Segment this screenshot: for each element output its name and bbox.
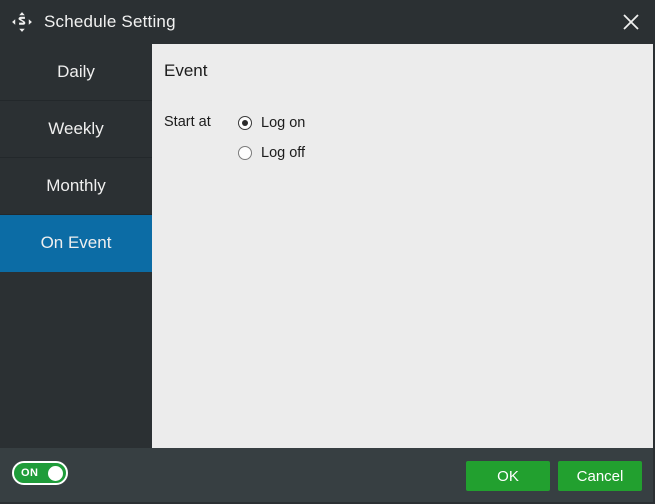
schedule-setting-dialog: Schedule Setting Daily Weekly Monthly On… [0,0,655,504]
schedule-sync-arrows-icon [12,12,32,32]
window-title: Schedule Setting [44,12,176,31]
toggle-label: ON [21,467,39,479]
start-at-form-row: Start at Log on Log off [164,112,305,172]
sidebar-item-label: Monthly [46,176,106,195]
sidebar-item-label: Weekly [48,119,104,138]
start-at-radio-group: Log on Log off [238,112,305,172]
sidebar-item-label: On Event [40,233,112,252]
sidebar-empty-area [0,272,152,448]
radio-option-log-off[interactable]: Log off [238,142,305,164]
radio-icon [238,146,252,160]
radio-icon [238,116,252,130]
ok-button[interactable]: OK [466,461,550,491]
sidebar-item-label: Daily [57,62,95,81]
content-panel: Event Start at Log on Log off [152,44,653,448]
enable-toggle[interactable]: ON [12,461,68,485]
sidebar-item-on-event[interactable]: On Event [0,215,152,272]
radio-label: Log on [261,115,306,131]
title-bar: Schedule Setting [0,0,653,44]
sidebar-item-weekly[interactable]: Weekly [0,101,152,158]
start-at-label: Start at [164,114,211,130]
page-title: Event [164,61,208,80]
sidebar-tabs: Daily Weekly Monthly On Event [0,44,152,448]
close-button[interactable] [615,6,647,38]
radio-label: Log off [261,145,306,161]
cancel-button[interactable]: Cancel [558,461,642,491]
toggle-knob [48,465,63,481]
close-icon [623,14,639,30]
sidebar-item-monthly[interactable]: Monthly [0,158,152,215]
radio-option-log-on[interactable]: Log on [238,112,305,134]
footer-bar: ON OK Cancel [0,448,653,502]
sidebar-item-daily[interactable]: Daily [0,44,152,101]
